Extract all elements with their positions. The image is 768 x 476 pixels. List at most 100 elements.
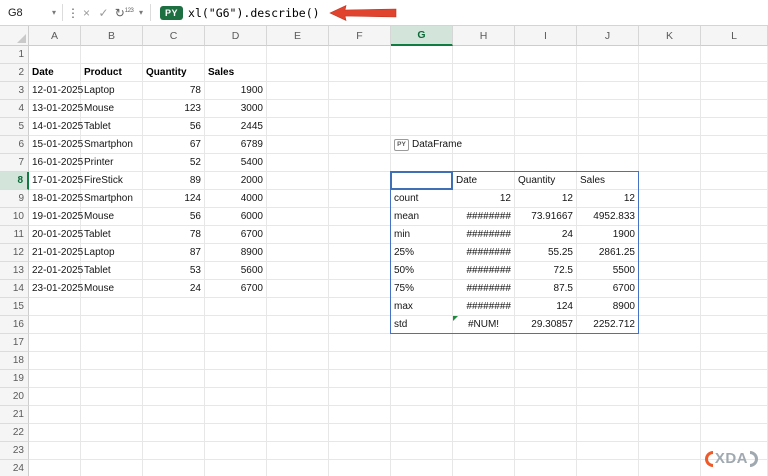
cell-G2[interactable] xyxy=(391,64,453,82)
cell-B23[interactable] xyxy=(81,442,143,460)
cell-A2[interactable]: Date xyxy=(29,64,81,82)
cell-A22[interactable] xyxy=(29,424,81,442)
cell-G21[interactable] xyxy=(391,406,453,424)
cell-J3[interactable] xyxy=(577,82,639,100)
cell-E23[interactable] xyxy=(267,442,329,460)
column-header-G[interactable]: G xyxy=(391,26,453,46)
cell-J10[interactable]: 4952.833 xyxy=(577,208,639,226)
column-header-A[interactable]: A xyxy=(29,26,81,46)
cell-K23[interactable] xyxy=(639,442,701,460)
cell-C13[interactable]: 53 xyxy=(143,262,205,280)
cell-I14[interactable]: 87.5 xyxy=(515,280,577,298)
cell-K16[interactable] xyxy=(639,316,701,334)
cell-E10[interactable] xyxy=(267,208,329,226)
cell-H24[interactable] xyxy=(453,460,515,476)
cell-G22[interactable] xyxy=(391,424,453,442)
column-header-K[interactable]: K xyxy=(639,26,701,46)
cell-I5[interactable] xyxy=(515,118,577,136)
row-header-7[interactable]: 7 xyxy=(0,154,29,172)
row-header-18[interactable]: 18 xyxy=(0,352,29,370)
cell-F1[interactable] xyxy=(329,46,391,64)
cell-B6[interactable]: Smartphon xyxy=(81,136,143,154)
cell-J4[interactable] xyxy=(577,100,639,118)
cell-E18[interactable] xyxy=(267,352,329,370)
cell-D10[interactable]: 6000 xyxy=(205,208,267,226)
cell-J22[interactable] xyxy=(577,424,639,442)
cell-F5[interactable] xyxy=(329,118,391,136)
cell-D14[interactable]: 6700 xyxy=(205,280,267,298)
cell-B7[interactable]: Printer xyxy=(81,154,143,172)
cell-E24[interactable] xyxy=(267,460,329,476)
cell-H20[interactable] xyxy=(453,388,515,406)
cell-K8[interactable] xyxy=(639,172,701,190)
cell-D22[interactable] xyxy=(205,424,267,442)
cell-J7[interactable] xyxy=(577,154,639,172)
cell-I15[interactable]: 124 xyxy=(515,298,577,316)
cell-I12[interactable]: 55.25 xyxy=(515,244,577,262)
cell-F15[interactable] xyxy=(329,298,391,316)
cell-D15[interactable] xyxy=(205,298,267,316)
cell-C6[interactable]: 67 xyxy=(143,136,205,154)
cell-K15[interactable] xyxy=(639,298,701,316)
cell-F2[interactable] xyxy=(329,64,391,82)
row-header-24[interactable]: 24 xyxy=(0,460,29,476)
cell-J14[interactable]: 6700 xyxy=(577,280,639,298)
cell-G18[interactable] xyxy=(391,352,453,370)
cell-F3[interactable] xyxy=(329,82,391,100)
cell-I16[interactable]: 29.30857 xyxy=(515,316,577,334)
cell-K1[interactable] xyxy=(639,46,701,64)
cell-G7[interactable] xyxy=(391,154,453,172)
cell-D13[interactable]: 5600 xyxy=(205,262,267,280)
cell-E15[interactable] xyxy=(267,298,329,316)
cell-J11[interactable]: 1900 xyxy=(577,226,639,244)
cell-I6[interactable] xyxy=(515,136,577,154)
cell-D4[interactable]: 3000 xyxy=(205,100,267,118)
row-header-19[interactable]: 19 xyxy=(0,370,29,388)
cell-C21[interactable] xyxy=(143,406,205,424)
cell-L12[interactable] xyxy=(701,244,768,262)
cell-C4[interactable]: 123 xyxy=(143,100,205,118)
select-all-corner[interactable] xyxy=(0,26,29,46)
cell-D18[interactable] xyxy=(205,352,267,370)
cell-J2[interactable] xyxy=(577,64,639,82)
row-header-11[interactable]: 11 xyxy=(0,226,29,244)
cell-L21[interactable] xyxy=(701,406,768,424)
cell-K18[interactable] xyxy=(639,352,701,370)
cell-C14[interactable]: 24 xyxy=(143,280,205,298)
cell-G24[interactable] xyxy=(391,460,453,476)
cell-H22[interactable] xyxy=(453,424,515,442)
column-header-C[interactable]: C xyxy=(143,26,205,46)
cell-J12[interactable]: 2861.25 xyxy=(577,244,639,262)
cell-E9[interactable] xyxy=(267,190,329,208)
cell-E21[interactable] xyxy=(267,406,329,424)
cell-I21[interactable] xyxy=(515,406,577,424)
cell-G10[interactable]: mean xyxy=(391,208,453,226)
cell-F9[interactable] xyxy=(329,190,391,208)
cell-D8[interactable]: 2000 xyxy=(205,172,267,190)
row-header-5[interactable]: 5 xyxy=(0,118,29,136)
cell-D23[interactable] xyxy=(205,442,267,460)
cell-A20[interactable] xyxy=(29,388,81,406)
cell-B22[interactable] xyxy=(81,424,143,442)
column-header-E[interactable]: E xyxy=(267,26,329,46)
row-header-2[interactable]: 2 xyxy=(0,64,29,82)
cell-L18[interactable] xyxy=(701,352,768,370)
cell-J24[interactable] xyxy=(577,460,639,476)
column-header-H[interactable]: H xyxy=(453,26,515,46)
cell-B9[interactable]: Smartphon xyxy=(81,190,143,208)
cell-C7[interactable]: 52 xyxy=(143,154,205,172)
cell-A19[interactable] xyxy=(29,370,81,388)
cell-D17[interactable] xyxy=(205,334,267,352)
cell-I8[interactable]: Quantity xyxy=(515,172,577,190)
cell-F20[interactable] xyxy=(329,388,391,406)
cell-D11[interactable]: 6700 xyxy=(205,226,267,244)
row-header-15[interactable]: 15 xyxy=(0,298,29,316)
cell-F14[interactable] xyxy=(329,280,391,298)
cell-K19[interactable] xyxy=(639,370,701,388)
cell-K13[interactable] xyxy=(639,262,701,280)
kebab-menu-icon[interactable]: ⋮ xyxy=(67,6,79,20)
cell-B10[interactable]: Mouse xyxy=(81,208,143,226)
cell-K11[interactable] xyxy=(639,226,701,244)
cell-G12[interactable]: 25% xyxy=(391,244,453,262)
cell-F24[interactable] xyxy=(329,460,391,476)
